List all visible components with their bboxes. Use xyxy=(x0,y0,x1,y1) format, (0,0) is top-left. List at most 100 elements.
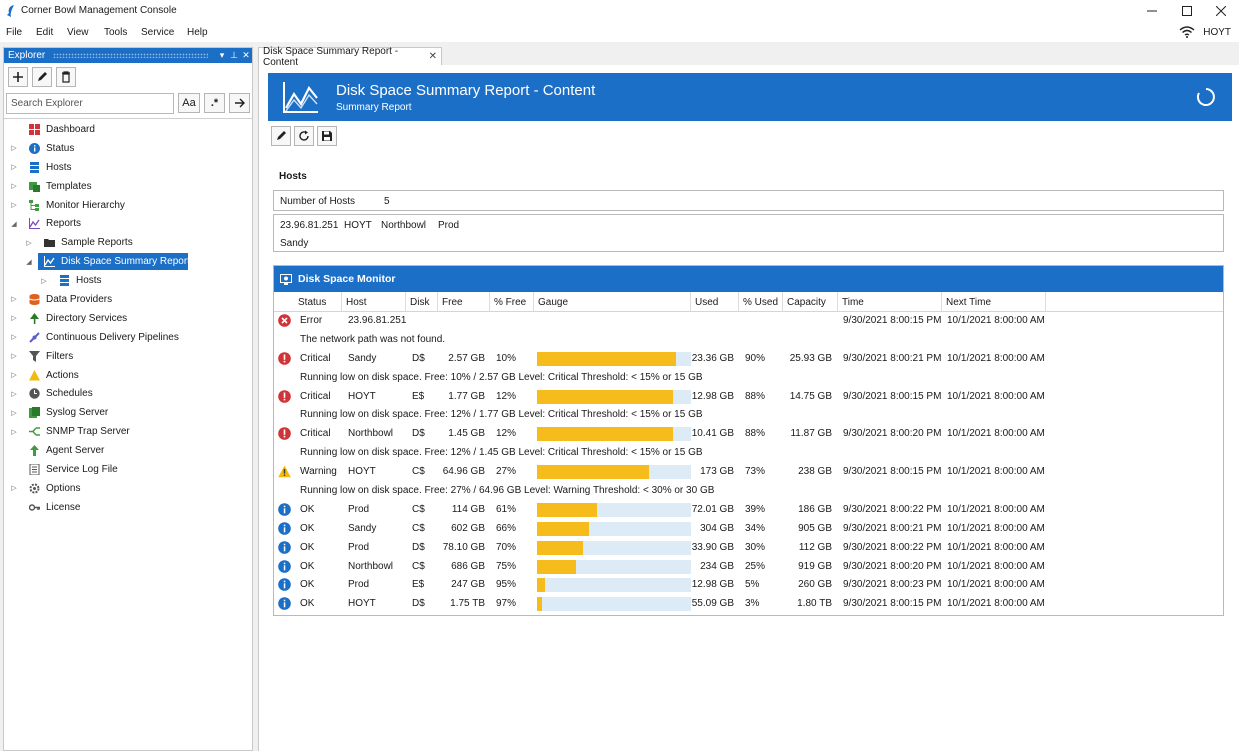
menu-tools[interactable]: Tools xyxy=(104,27,127,38)
expand-arrow-icon[interactable]: ▷ xyxy=(10,144,18,152)
next-time-cell: 10/1/2021 8:00:00 AM xyxy=(947,428,1045,440)
menu-edit[interactable]: Edit xyxy=(36,27,53,38)
templates-icon xyxy=(28,180,40,192)
connection-status[interactable]: HOYT xyxy=(1179,22,1231,42)
table-row[interactable]: Error 23.96.81.251 9/30/2021 8:00:15 PM 10/… xyxy=(274,312,1223,331)
tree-item[interactable]: ▷ Hosts xyxy=(4,158,252,177)
maximize-button[interactable] xyxy=(1169,2,1205,20)
table-row[interactable]: OK HOYT D$ 1.75 TB 97% 55.09 GB 3% 1.80 TB 9/30/… xyxy=(274,595,1223,614)
tab-disk-space-summary[interactable]: Disk Space Summary Report - Content ✕ xyxy=(258,46,442,68)
expand-arrow-icon[interactable]: ▷ xyxy=(25,239,33,247)
chevron-down-icon[interactable]: ▾ xyxy=(216,50,228,61)
host-cell: Northbowl xyxy=(348,428,394,440)
column-header[interactable]: Time xyxy=(838,292,942,312)
menu-view[interactable]: View xyxy=(67,27,89,38)
tree-item[interactable]: ▷ Actions xyxy=(4,366,252,385)
host-cell: HOYT xyxy=(348,466,376,478)
status-cell: Critical xyxy=(300,428,331,440)
column-header[interactable]: Status xyxy=(294,292,342,312)
tree-item[interactable]: Dashboard xyxy=(4,120,252,139)
add-button[interactable] xyxy=(8,67,28,87)
close-window-button[interactable] xyxy=(1203,2,1239,20)
tree-item[interactable]: Agent Server xyxy=(4,441,252,460)
explorer-drag-grip[interactable] xyxy=(53,53,208,58)
table-row[interactable]: OK Sandy C$ 602 GB 66% 304 GB 34% 905 GB 9/30/20… xyxy=(274,520,1223,539)
expand-arrow-icon[interactable]: ▷ xyxy=(10,484,18,492)
expand-arrow-icon[interactable]: ▷ xyxy=(10,314,18,322)
disk-cell: C$ xyxy=(412,503,425,515)
collapse-arrow-icon[interactable]: ◢ xyxy=(25,258,33,266)
expand-arrow-icon[interactable]: ▷ xyxy=(10,352,18,360)
menu-file[interactable]: File xyxy=(6,27,22,38)
expand-arrow-icon[interactable]: ▷ xyxy=(10,163,18,171)
column-header[interactable]: Used xyxy=(691,292,739,312)
tree-item[interactable]: ▷ Hosts xyxy=(4,271,252,290)
table-row[interactable]: OK Prod E$ 247 GB 95% 12.98 GB 5% 260 GB 9/30/20… xyxy=(274,576,1223,595)
minimize-icon xyxy=(1147,10,1157,12)
expand-arrow-icon[interactable]: ▷ xyxy=(10,409,18,417)
regex-button[interactable]: .* xyxy=(204,93,225,113)
info-icon xyxy=(278,597,291,611)
tree-item[interactable]: ▷ Filters xyxy=(4,347,252,366)
tree-item[interactable]: ▷ Schedules xyxy=(4,384,252,403)
expand-arrow-icon[interactable]: ▷ xyxy=(40,277,48,285)
pct-free-cell: 95% xyxy=(496,579,517,591)
pct-free-cell: 75% xyxy=(496,560,517,572)
tree-item[interactable]: ▷ Monitor Hierarchy xyxy=(4,196,252,215)
tree-item[interactable]: ▷ Syslog Server xyxy=(4,403,252,422)
column-header[interactable]: % Used xyxy=(739,292,783,312)
table-row[interactable]: Warning HOYT C$ 64.96 GB 27% 173 GB 73% 238 GB 9… xyxy=(274,463,1223,482)
expand-arrow-icon[interactable]: ▷ xyxy=(10,428,18,436)
capacity-cell: 919 GB xyxy=(798,560,832,572)
table-row[interactable]: OK Prod D$ 78.10 GB 70% 33.90 GB 30% 112 GB 9/30… xyxy=(274,539,1223,558)
close-panel-icon[interactable]: ✕ xyxy=(240,50,252,61)
expand-arrow-icon[interactable]: ▷ xyxy=(10,390,18,398)
tree-item[interactable]: ◢ Disk Space Summary Report xyxy=(4,252,252,271)
tree-item[interactable]: ▷ Sample Reports xyxy=(4,233,252,252)
explorer-divider xyxy=(4,118,252,119)
column-header[interactable]: % Free xyxy=(490,292,534,312)
tree-item[interactable]: ▷ Templates xyxy=(4,177,252,196)
tree-item[interactable]: ▷ Directory Services xyxy=(4,309,252,328)
tree-item[interactable]: ▷ Continuous Delivery Pipelines xyxy=(4,328,252,347)
expand-arrow-icon[interactable]: ▷ xyxy=(10,371,18,379)
match-case-button[interactable]: Aa xyxy=(178,93,200,113)
delete-button[interactable] xyxy=(56,67,76,87)
tree-item[interactable]: Service Log File xyxy=(4,460,252,479)
expand-arrow-icon[interactable]: ▷ xyxy=(10,295,18,303)
tree-item[interactable]: ▷ SNMP Trap Server xyxy=(4,422,252,441)
table-row[interactable]: OK Northbowl C$ 686 GB 75% 234 GB 25% 919 GB 9/3… xyxy=(274,558,1223,577)
tree-item[interactable]: ▷ Data Providers xyxy=(4,290,252,309)
close-tab-icon[interactable]: ✕ xyxy=(429,51,437,62)
disk-space-monitor-title: Disk Space Monitor xyxy=(298,273,396,285)
table-row[interactable]: OK Prod C$ 114 GB 61% 72.01 GB 39% 186 GB 9/30/2… xyxy=(274,501,1223,520)
pin-icon[interactable]: ⊥ xyxy=(228,50,240,61)
minimize-button[interactable] xyxy=(1134,2,1170,20)
tree-item[interactable]: ▷ Status xyxy=(4,139,252,158)
menu-help[interactable]: Help xyxy=(187,27,208,38)
table-row[interactable]: Critical Northbowl D$ 1.45 GB 12% 10.41 GB 88%… xyxy=(274,425,1223,444)
refresh-button[interactable] xyxy=(294,126,314,146)
expand-arrow-icon[interactable]: ▷ xyxy=(10,201,18,209)
edit-button[interactable] xyxy=(32,67,52,87)
edit-report-button[interactable] xyxy=(271,126,291,146)
search-input[interactable] xyxy=(6,93,174,114)
collapse-arrow-icon[interactable]: ◢ xyxy=(10,220,18,228)
save-button[interactable] xyxy=(317,126,337,146)
column-header[interactable]: Free xyxy=(438,292,490,312)
column-header[interactable]: Disk xyxy=(406,292,438,312)
table-row[interactable]: Critical HOYT E$ 1.77 GB 12% 12.98 GB 88% 14.75… xyxy=(274,388,1223,407)
go-button[interactable] xyxy=(229,93,250,113)
column-header[interactable]: Capacity xyxy=(783,292,838,312)
table-row[interactable]: Critical Sandy D$ 2.57 GB 10% 23.36 GB 90% 25.9… xyxy=(274,350,1223,369)
tree-item[interactable]: License xyxy=(4,498,252,517)
column-header[interactable]: Next Time xyxy=(942,292,1046,312)
expand-arrow-icon[interactable]: ▷ xyxy=(10,182,18,190)
report-chart-icon xyxy=(43,256,55,268)
tree-item[interactable]: ◢ Reports xyxy=(4,214,252,233)
column-header[interactable]: Gauge xyxy=(534,292,691,312)
tree-item[interactable]: ▷ Options xyxy=(4,479,252,498)
expand-arrow-icon[interactable]: ▷ xyxy=(10,333,18,341)
column-header[interactable]: Host xyxy=(342,292,406,312)
menu-service[interactable]: Service xyxy=(141,27,174,38)
